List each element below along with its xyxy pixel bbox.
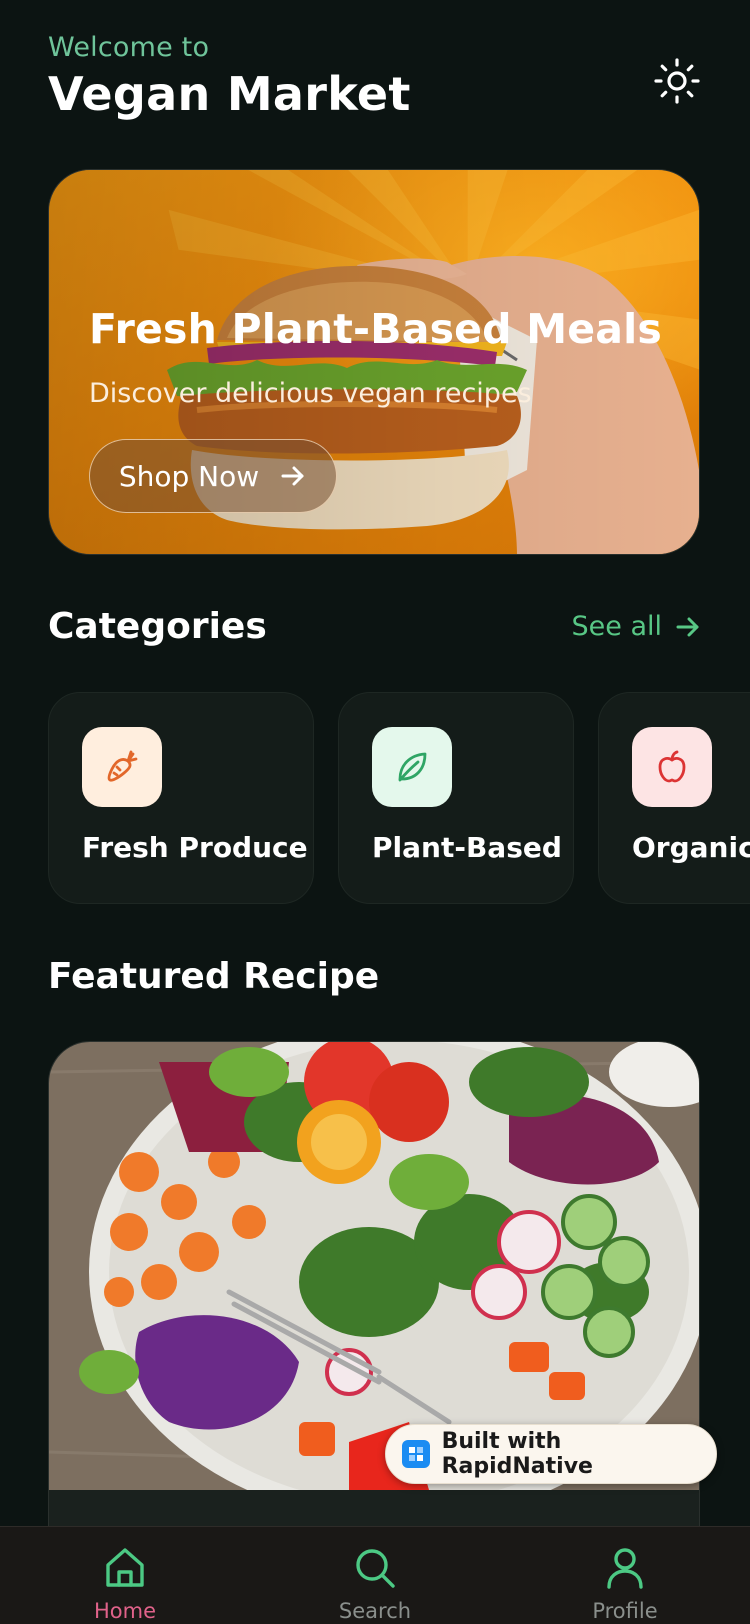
arrow-right-icon: [281, 466, 304, 486]
shop-now-button[interactable]: Shop Now: [89, 439, 337, 513]
built-with-badge[interactable]: Built with RapidNative: [385, 1424, 717, 1484]
search-icon: [356, 1549, 395, 1588]
tab-search[interactable]: Search: [275, 1527, 475, 1623]
apple-icon: [632, 727, 712, 807]
hero-banner[interactable]: Fresh Plant-Based Meals Discover delicio…: [48, 169, 700, 555]
see-all-label: See all: [571, 611, 663, 642]
theme-toggle-button[interactable]: [652, 56, 702, 106]
categories-title: Categories: [48, 606, 267, 647]
category-card-fresh-produce[interactable]: Fresh Produce: [48, 692, 314, 904]
salad-image: [49, 1042, 699, 1490]
tab-home[interactable]: Home: [25, 1527, 225, 1623]
header: Welcome to Vegan Market: [48, 32, 702, 142]
categories-header: Categories See all: [48, 606, 702, 647]
welcome-text: Welcome to: [48, 32, 210, 63]
category-card-plant-based[interactable]: Plant-Based: [338, 692, 574, 904]
home-icon: [106, 1548, 144, 1587]
hero-title: Fresh Plant-Based Meals: [89, 305, 662, 353]
categories-list: Fresh Produce Plant-Based Organic: [48, 692, 750, 904]
arrow-right-icon: [676, 617, 699, 636]
profile-icon: [607, 1548, 643, 1589]
tab-home-label: Home: [93, 1599, 156, 1623]
rapidnative-logo-icon: [402, 1440, 430, 1468]
hero-subtitle: Discover delicious vegan recipes: [89, 378, 532, 409]
featured-title: Featured Recipe: [48, 956, 380, 997]
featured-header: Featured Recipe: [48, 956, 702, 997]
category-label: Organic: [632, 831, 750, 864]
tab-profile-label: Profile: [592, 1599, 658, 1623]
tab-profile[interactable]: Profile: [525, 1527, 725, 1623]
shop-now-label: Shop Now: [118, 459, 260, 493]
category-label: Plant-Based: [372, 831, 562, 864]
carrot-icon: [82, 727, 162, 807]
category-card-organic[interactable]: Organic: [598, 692, 750, 904]
leaf-icon: [372, 727, 452, 807]
badge-label: Built with RapidNative: [441, 1429, 593, 1479]
bottom-tab-bar: Home Search Profile: [0, 1526, 750, 1624]
page-title: Vegan Market: [48, 67, 411, 121]
sun-icon: [654, 58, 700, 104]
tab-search-label: Search: [338, 1599, 412, 1623]
category-label: Fresh Produce: [82, 831, 308, 864]
see-all-link[interactable]: See all: [572, 611, 703, 642]
